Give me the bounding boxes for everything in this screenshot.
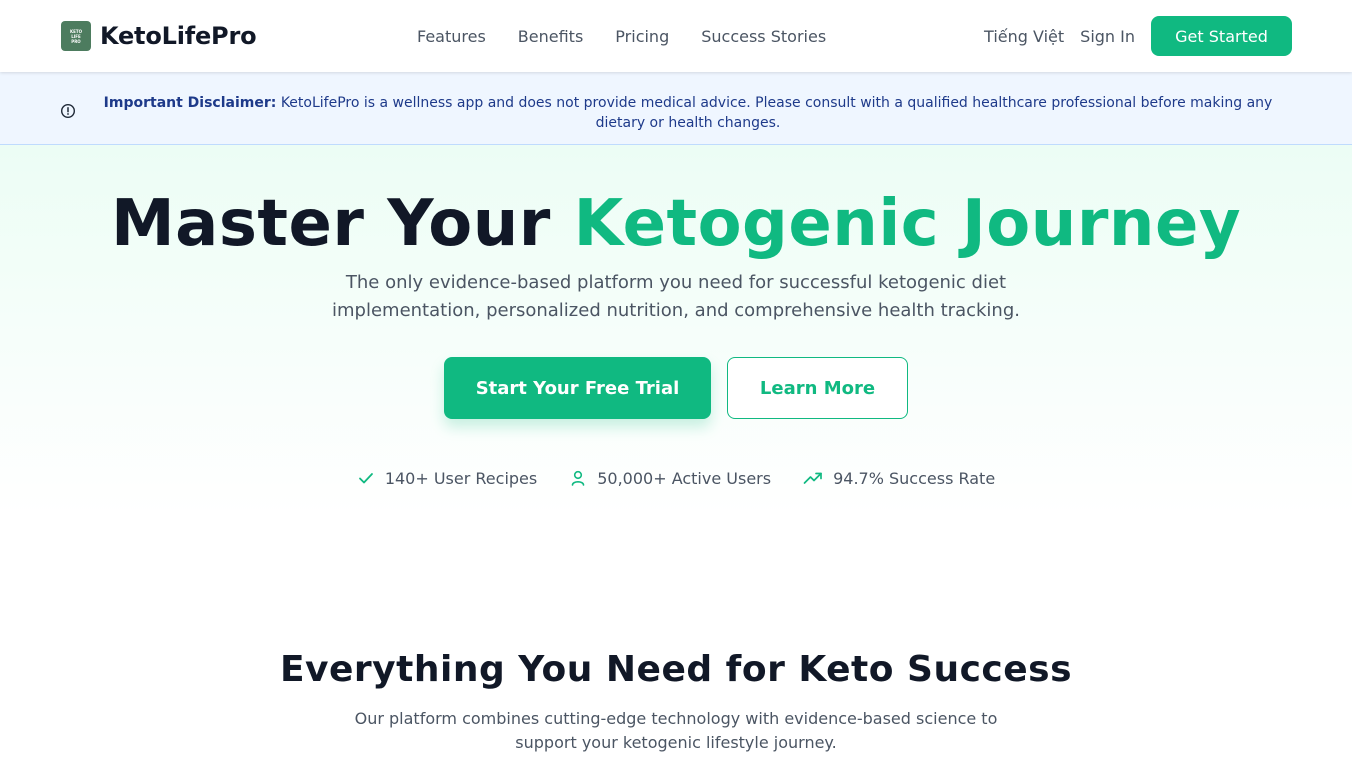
- nav-link-success-stories[interactable]: Success Stories: [701, 27, 826, 46]
- info-circle-icon: [60, 103, 76, 119]
- brand-name: KetoLifePro: [100, 22, 257, 50]
- nav-link-features[interactable]: Features: [417, 27, 486, 46]
- get-started-button[interactable]: Get Started: [1151, 16, 1292, 56]
- user-icon: [571, 470, 585, 486]
- brand[interactable]: KETO LIFE PRO KetoLifePro: [61, 21, 257, 51]
- hero-stats: 140+ User Recipes 50,000+ Active Users 9…: [0, 466, 1352, 490]
- stat-success-rate: 94.7% Success Rate: [803, 466, 995, 490]
- check-icon: [358, 473, 373, 484]
- stat-label: 140+ User Recipes: [384, 468, 538, 488]
- stat-label: 94.7% Success Rate: [833, 468, 996, 488]
- disclaimer-body: KetoLifePro is a wellness app and does n…: [280, 95, 1273, 131]
- start-free-trial-button[interactable]: Start Your Free Trial: [444, 357, 711, 419]
- nav-link-pricing[interactable]: Pricing: [615, 27, 669, 46]
- logo: KETO LIFE PRO: [61, 21, 91, 51]
- nav-link-benefits[interactable]: Benefits: [518, 27, 584, 46]
- stat-label: 50,000+ Active Users: [597, 468, 772, 488]
- logo-text-line: PRO: [71, 38, 81, 44]
- hero-title-main: Master Your: [110, 187, 574, 261]
- disclaimer-text: Important Disclaimer: KetoLifePro is a w…: [96, 93, 1280, 133]
- features-subtitle: Our platform combines cutting-edge techn…: [354, 709, 998, 752]
- language-switcher[interactable]: Tiếng Việt: [984, 27, 1064, 46]
- stat-recipes: 140+ User Recipes: [357, 466, 537, 490]
- site-header: KETO LIFE PRO KetoLifePro Features Benef…: [0, 0, 1352, 72]
- header-actions: Tiếng Việt Sign In Get Started: [984, 16, 1292, 56]
- learn-more-button[interactable]: Learn More: [727, 357, 908, 419]
- trending-up-icon: [803, 472, 822, 484]
- hero-title: Master Your Ketogenic Journey: [0, 186, 1352, 262]
- stat-users: 50,000+ Active Users: [569, 466, 771, 490]
- main-nav: Features Benefits Pricing Success Storie…: [417, 0, 826, 72]
- hero-title-accent: Ketogenic Journey: [573, 187, 1242, 261]
- disclaimer-label: Important Disclaimer:: [103, 95, 277, 111]
- features-title: Everything You Need for Keto Success: [279, 649, 1073, 690]
- hero-subtitle: The only evidence-based platform you nee…: [332, 272, 1020, 321]
- sign-in-link[interactable]: Sign In: [1080, 27, 1135, 46]
